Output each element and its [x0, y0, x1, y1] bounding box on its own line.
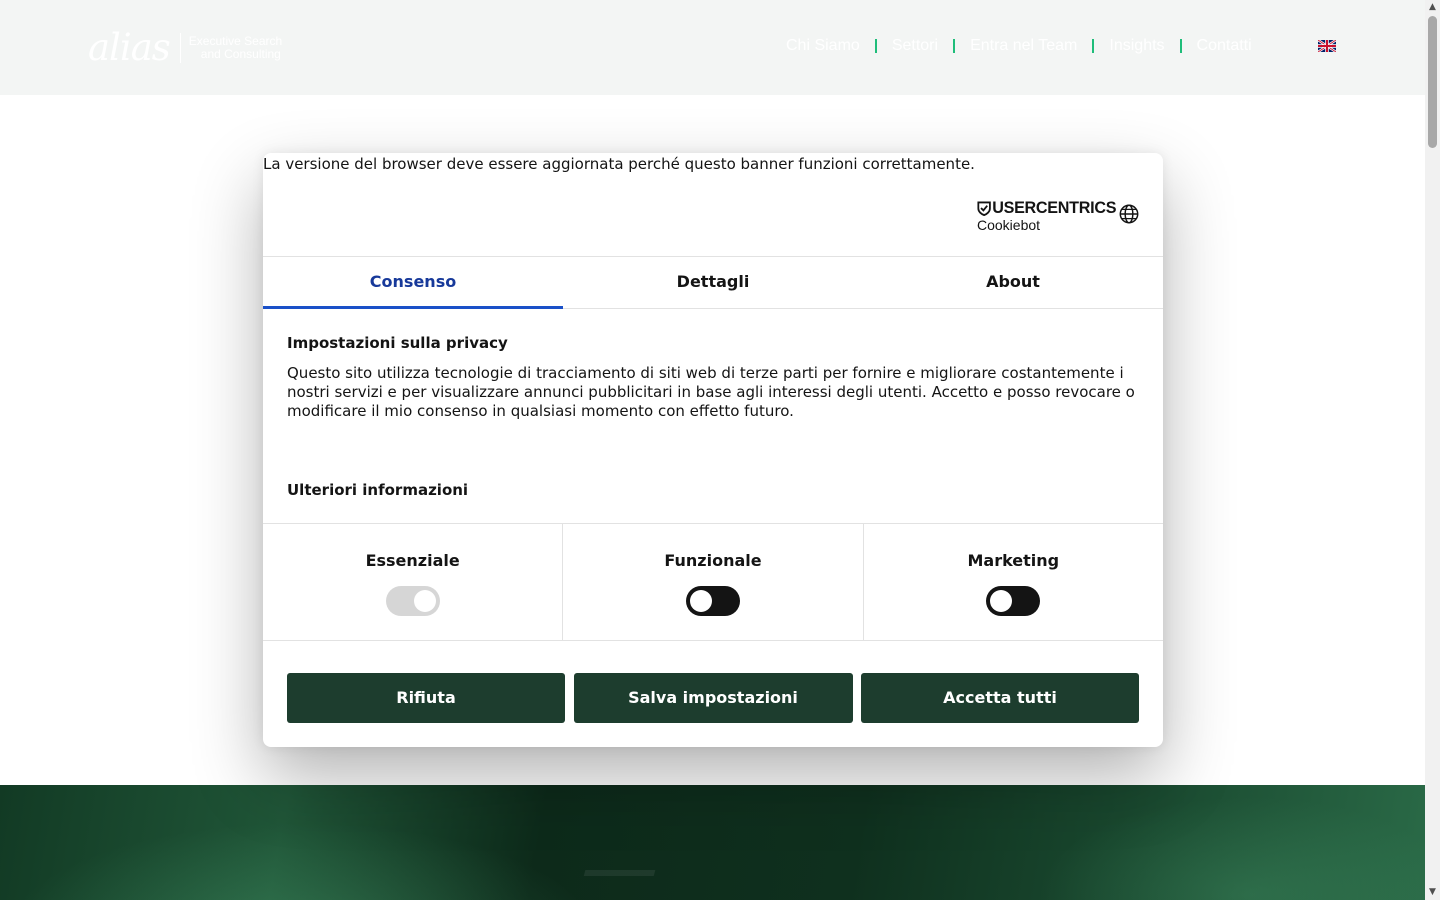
browser-warning-text: La versione del browser deve essere aggi…	[263, 155, 975, 173]
category-essenziale: Essenziale	[263, 524, 562, 640]
category-funzionale: Funzionale	[562, 524, 862, 640]
hero-section	[0, 785, 1425, 900]
nav-entra-nel-team[interactable]: Entra nel Team	[970, 36, 1077, 56]
nav-separator	[1092, 39, 1095, 53]
privacy-settings-title: Impostazioni sulla privacy	[287, 334, 508, 352]
uk-flag-icon[interactable]	[1318, 40, 1336, 52]
category-label: Essenziale	[365, 551, 460, 570]
site-header: alias Executive Search and Consulting Ch…	[0, 0, 1425, 95]
logo-divider	[179, 33, 181, 63]
nav-insights[interactable]: Insights	[1109, 36, 1164, 56]
shield-check-icon	[977, 200, 991, 216]
consent-buttons: Rifiuta Salva impostazioni Accetta tutti	[287, 673, 1139, 723]
usercentrics-cookiebot-logo[interactable]: USERCENTRICS Cookiebot	[977, 198, 1124, 234]
accept-all-button[interactable]: Accetta tutti	[861, 673, 1139, 723]
globe-language-icon[interactable]	[1118, 203, 1140, 225]
consent-tabs: Consenso Dettagli About	[263, 256, 1163, 309]
nav-separator	[874, 39, 877, 53]
consent-categories: Essenziale Funzionale Marketing	[263, 523, 1163, 641]
alias-logo[interactable]: alias Executive Search and Consulting	[88, 28, 282, 68]
nav-separator	[1179, 39, 1182, 53]
cookie-consent-dialog: La versione del browser deve essere aggi…	[263, 153, 1163, 747]
brand-product: Cookiebot	[977, 217, 1041, 233]
nav-contatti[interactable]: Contatti	[1197, 36, 1252, 56]
nav-settori[interactable]: Settori	[892, 36, 938, 56]
toggle-knob	[689, 590, 712, 612]
brand-name: USERCENTRICS	[992, 198, 1117, 217]
nav-separator	[953, 39, 956, 53]
marketing-toggle[interactable]	[986, 586, 1041, 616]
save-settings-button[interactable]: Salva impostazioni	[573, 673, 853, 723]
toggle-knob	[990, 590, 1013, 612]
tab-consenso[interactable]: Consenso	[263, 257, 563, 309]
toggle-knob	[413, 590, 436, 612]
nav-chi-siamo[interactable]: Chi Siamo	[786, 36, 860, 56]
category-label: Funzionale	[664, 551, 762, 570]
scroll-up-arrow-icon[interactable]: ▲	[1425, 0, 1440, 15]
scrollbar-thumb[interactable]	[1428, 16, 1437, 148]
logo-tagline-line-2: and Consulting	[200, 47, 281, 61]
more-info-title: Ulteriori informazioni	[287, 481, 469, 499]
essenziale-toggle	[385, 586, 440, 616]
privacy-description: Questo sito utilizza tecnologie di tracc…	[287, 364, 1135, 420]
category-label: Marketing	[967, 551, 1060, 570]
main-nav: Chi Siamo Settori Entra nel Team Insight…	[786, 36, 1252, 56]
logo-wordmark: alias	[88, 26, 171, 69]
tab-dettagli[interactable]: Dettagli	[563, 257, 863, 308]
scroll-down-arrow-icon[interactable]: ▼	[1425, 885, 1440, 900]
hero-logo-watermark	[574, 870, 656, 900]
page-scrollbar[interactable]: ▲ ▼	[1425, 0, 1440, 900]
funzionale-toggle[interactable]	[685, 586, 740, 616]
category-marketing: Marketing	[862, 524, 1163, 640]
tab-about[interactable]: About	[863, 257, 1163, 308]
logo-tagline: Executive Search and Consulting	[189, 35, 282, 61]
reject-button[interactable]: Rifiuta	[287, 673, 565, 723]
